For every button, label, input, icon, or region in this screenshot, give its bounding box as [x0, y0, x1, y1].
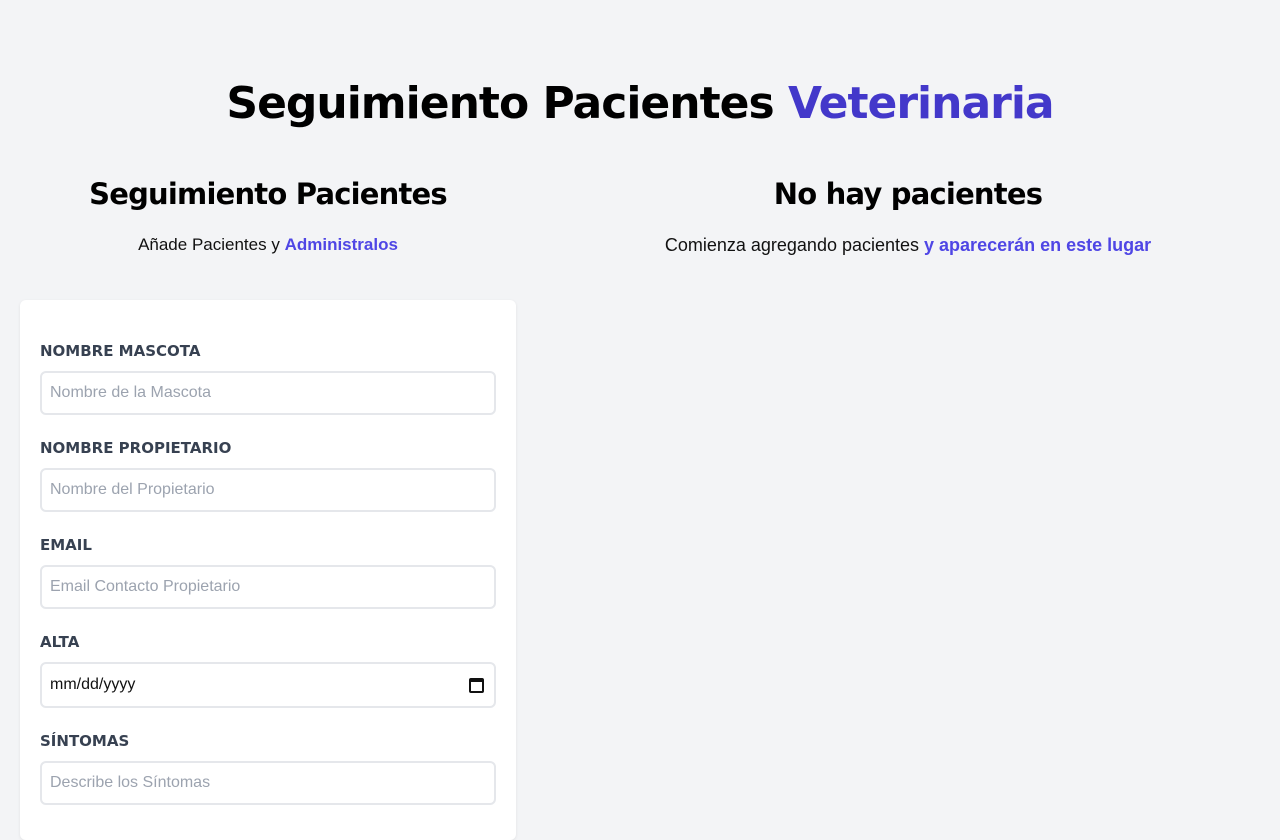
discharge-date-value: mm/dd/yyyy [50, 676, 136, 693]
patient-list-title: No hay pacientes [773, 177, 1043, 211]
pet-name-label: NOMBRE MASCOTA [40, 342, 201, 360]
page-title-main: Seguimiento Pacientes [226, 78, 774, 129]
pet-name-input[interactable] [40, 371, 496, 415]
patient-list-subtitle: Comienza agregando pacientes y aparecerá… [596, 232, 1220, 258]
symptoms-field-group: SÍNTOMAS [40, 730, 496, 805]
page-title: Seguimiento Pacientes Veterinaria [0, 74, 1280, 134]
patient-list-subtitle-accent: y aparecerán en este lugar [924, 235, 1152, 255]
patient-list-section: No hay pacientes Comienza agregando paci… [596, 170, 1220, 258]
calendar-icon[interactable] [469, 677, 484, 693]
form-section-subtitle: Añade Pacientes y Administralos [20, 232, 516, 258]
patient-list-subtitle-text: Comienza agregando pacientes [664, 235, 920, 255]
discharge-date-input[interactable]: mm/dd/yyyy [40, 662, 496, 708]
email-label: EMAIL [40, 536, 92, 554]
form-section-subtitle-accent: Administralos [284, 235, 398, 254]
owner-name-label: NOMBRE PROPIETARIO [40, 439, 232, 457]
page-title-accent: Veterinaria [787, 78, 1055, 129]
form-section-title: Seguimiento Pacientes [89, 177, 448, 211]
discharge-date-field-group: ALTA mm/dd/yyyy [40, 631, 496, 708]
email-input[interactable] [40, 565, 496, 609]
symptoms-input[interactable] [40, 761, 496, 805]
form-section-subtitle-text: Añade Pacientes y [138, 235, 280, 254]
owner-name-field-group: NOMBRE PROPIETARIO [40, 437, 496, 512]
patient-form: NOMBRE MASCOTA NOMBRE PROPIETARIO EMAIL … [20, 300, 516, 840]
email-field-group: EMAIL [40, 534, 496, 609]
owner-name-input[interactable] [40, 468, 496, 512]
form-section-header: Seguimiento Pacientes Añade Pacientes y … [20, 170, 516, 258]
symptoms-label: SÍNTOMAS [40, 732, 130, 750]
pet-name-field-group: NOMBRE MASCOTA [40, 340, 496, 415]
discharge-date-label: ALTA [40, 633, 80, 651]
